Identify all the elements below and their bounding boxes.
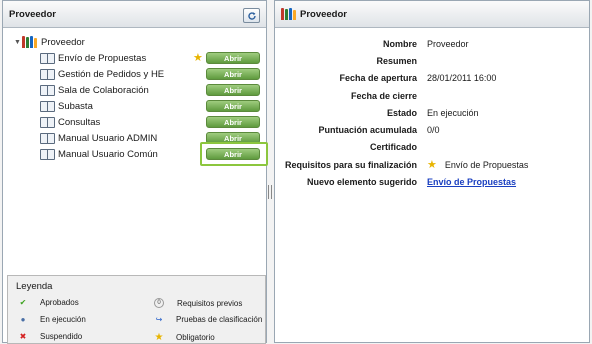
field-row: Certificado [275,139,591,156]
tree-item[interactable]: Consultas Abrir [9,114,262,130]
field-row: Nombre Proveedor [275,35,591,52]
left-panel-header: Proveedor [3,1,266,28]
field-label: Nombre [382,38,417,49]
legend-label: Pruebas de clasificación [176,315,263,324]
field-label: Fecha de apertura [339,73,417,84]
tree-item-label[interactable]: Envío de Propuestas [58,53,146,64]
tree-root-label: Proveedor [41,36,85,48]
star-icon: ★ [427,159,437,172]
books-icon [281,8,297,20]
legend-item-approved: ✔ Aprobados [18,298,79,307]
book-icon [40,117,55,128]
right-panel: Proveedor Nombre Proveedor Resumen Fecha… [274,0,590,343]
open-button[interactable]: Abrir [206,68,260,80]
legend-item-mandatory: ★ Obligatorio [154,332,215,343]
field-row: Fecha de apertura 28/01/2011 16:00 [275,70,591,87]
open-button[interactable]: Abrir [206,116,260,128]
field-row: Fecha de cierre [275,87,591,104]
tree-item[interactable]: Subasta Abrir [9,98,262,114]
books-icon [22,36,38,48]
legend-label: En ejecución [40,315,86,324]
right-panel-header: Proveedor [275,1,589,28]
dot-icon: ● [20,315,26,324]
left-panel: Proveedor ▼ Proveedor Envío de Propuesta… [2,0,268,344]
legend-item-suspended: ✖ Suspendido [18,332,83,341]
field-label: Certificado [369,142,417,153]
field-row: Requisitos para su finalización ★ Envío … [275,156,591,173]
field-label: Requisitos para su finalización [284,159,417,170]
book-icon [40,69,55,80]
field-value: 0/0 [427,125,440,136]
legend-box: Leyenda ✔ Aprobados 0 Requisitos previos… [7,275,266,344]
details-list: Nombre Proveedor Resumen Fecha de apertu… [275,35,591,191]
panel-splitter-handle[interactable] [268,185,272,199]
field-label: Fecha de cierre [350,90,417,101]
open-button[interactable]: Abrir [206,100,260,112]
field-row: Resumen [275,52,591,69]
legend-item-classification-tests: ↪ Pruebas de clasificación [154,315,263,324]
star-icon: ★ [193,52,203,64]
curve-arrow-icon: ↪ [155,315,163,324]
field-value: 28/01/2011 16:00 [427,73,497,84]
tree-item[interactable]: Manual Usuario Común Abrir [9,142,268,166]
legend-label: Obligatorio [176,333,215,342]
book-icon [40,53,55,64]
expand-arrow-icon[interactable]: ▼ [14,39,22,46]
star-icon: ★ [154,332,164,343]
field-label: Resumen [376,55,417,66]
tree-item-label[interactable]: Manual Usuario Común [58,149,158,160]
cross-icon: ✖ [19,332,27,341]
refresh-icon [247,11,256,20]
field-label: Puntuación acumulada [318,125,417,136]
suggested-element-link[interactable]: Envío de Propuestas [427,177,516,187]
tree-item-label[interactable]: Manual Usuario ADMIN [58,133,157,144]
tree-item-label[interactable]: Sala de Colaboración [58,85,149,96]
field-value: Proveedor [427,38,469,49]
tree-item[interactable]: Gestión de Pedidos y HE Abrir [9,66,262,82]
legend-item-running: ● En ejecución [18,315,86,324]
field-value: Envío de Propuestas [444,159,529,170]
book-icon [40,85,55,96]
left-panel-title: Proveedor [9,8,56,20]
open-button[interactable]: Abrir [206,52,260,64]
tree-item[interactable]: Sala de Colaboración Abrir [9,82,262,98]
book-icon [40,101,55,112]
legend-item-prerequisites: 0 Requisitos previos [154,298,242,308]
field-label: Nuevo elemento sugerido [306,177,417,188]
field-value: En ejecución [427,107,479,118]
book-icon [40,149,55,160]
open-button[interactable]: Abrir [206,148,260,160]
check-icon: ✔ [19,298,27,307]
field-row: Puntuación acumulada 0/0 [275,121,591,138]
tree-root[interactable]: ▼ Proveedor [9,34,262,50]
tree-item-label[interactable]: Gestión de Pedidos y HE [58,69,164,80]
field-value-group: ★ Envío de Propuestas [427,158,528,171]
book-icon [40,133,55,144]
legend-title: Leyenda [16,281,53,292]
tree-item-label[interactable]: Consultas [58,117,100,128]
open-button[interactable]: Abrir [206,84,260,96]
field-value-group: Envío de Propuestas [427,177,516,187]
right-panel-title: Proveedor [300,8,347,20]
field-row: Estado En ejecución [275,104,591,121]
zero-circle-icon: 0 [154,298,164,308]
legend-label: Suspendido [40,332,83,341]
legend-label: Aprobados [40,298,79,307]
tree-item-label[interactable]: Subasta [58,101,93,112]
field-label: Estado [386,107,417,118]
tree-item[interactable]: Envío de Propuestas ★ Abrir [9,50,262,66]
legend-label: Requisitos previos [177,298,243,308]
refresh-button[interactable] [243,8,260,23]
field-row: Nuevo elemento sugerido Envío de Propues… [275,173,591,190]
activity-tree: ▼ Proveedor Envío de Propuestas ★ Abrir … [9,34,268,166]
